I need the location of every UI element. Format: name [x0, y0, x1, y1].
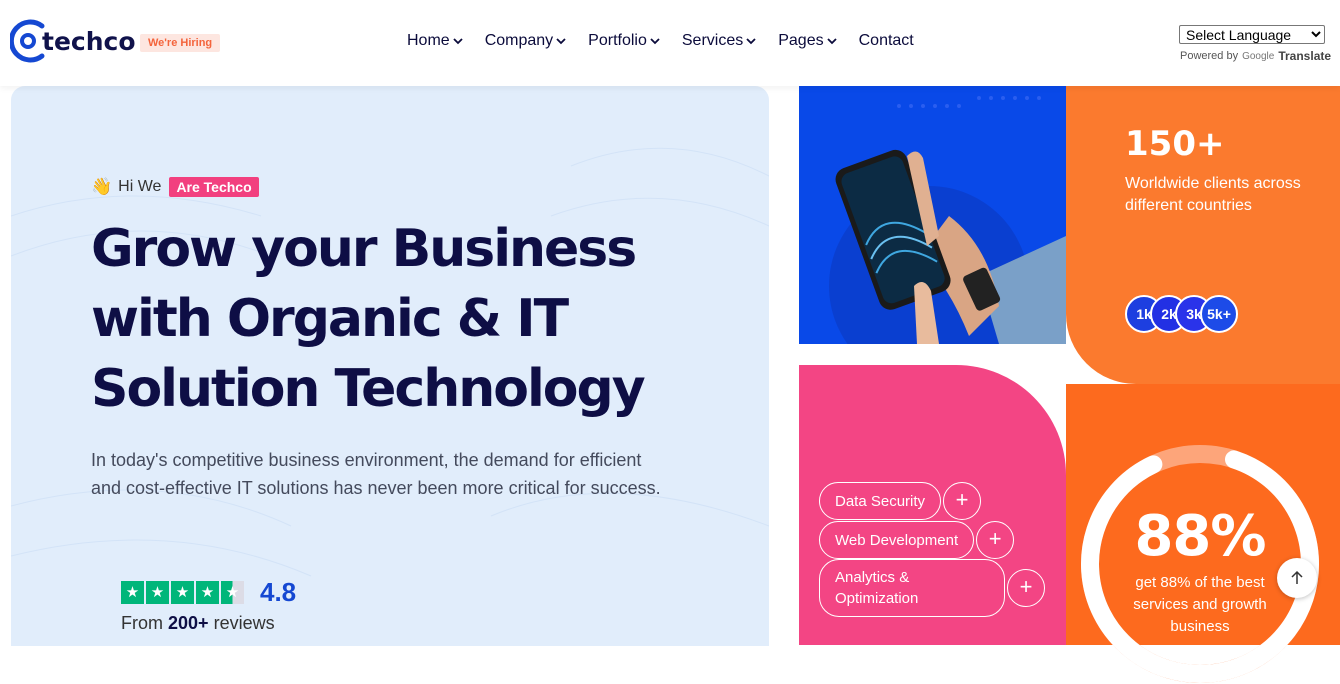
headline-line-1: Grow your Business — [91, 219, 637, 279]
service-pill[interactable]: Analytics & Optimization — [819, 559, 1005, 617]
reviews-number: 200+ — [168, 613, 209, 633]
plus-icon[interactable]: + — [943, 482, 982, 520]
nav-services-label: Services — [681, 32, 744, 49]
plus-icon[interactable]: + — [976, 521, 1015, 559]
service-label: Web Development — [835, 531, 959, 549]
greeting-tag: Are Techco — [169, 177, 259, 197]
service-data-security[interactable]: Data Security + — [819, 482, 982, 520]
nav-pages[interactable]: Pages — [778, 32, 837, 50]
service-web-development[interactable]: Web Development + — [819, 521, 1015, 559]
headline-line-3: Solution Technology — [91, 359, 646, 419]
service-analytics[interactable]: Analytics & Optimization + — [819, 559, 1045, 617]
clients-count: 150+ — [1125, 124, 1225, 164]
chevron-down-icon — [453, 37, 463, 44]
chevron-down-icon — [746, 37, 756, 44]
nav-services[interactable]: Services — [682, 32, 756, 50]
service-label-line-1: Analytics & — [835, 569, 910, 586]
wave-hand-icon: 👋 — [91, 177, 113, 196]
progress-description: get 88% of the best services and growth … — [1133, 574, 1267, 635]
arrow-up-icon — [1291, 570, 1303, 584]
star-icon: ★ — [196, 581, 219, 604]
service-pill[interactable]: Web Development — [819, 521, 975, 559]
plus-icon[interactable]: + — [1007, 569, 1045, 607]
nav-contact[interactable]: Contact — [859, 32, 914, 50]
client-bubbles: 1k 2k 3k 5k+ — [1125, 295, 1238, 333]
hero-greeting: 👋 Hi We Are Techco — [91, 177, 259, 197]
hero-headline: Grow your Business with Organic & IT Sol… — [91, 214, 691, 424]
star-icon: ★ — [121, 581, 144, 604]
headline-line-2: with Organic & IT — [91, 289, 569, 349]
powered-by-google-translate[interactable]: Powered by Google Translate — [1180, 49, 1331, 63]
reviews-count: From 200+ reviews — [121, 613, 275, 634]
services-card: Data Security + Web Development + Analyt… — [799, 365, 1066, 645]
language-select[interactable]: Select Language — [1179, 25, 1325, 44]
logo-text: techco — [42, 26, 136, 56]
google-logo: Google — [1242, 50, 1275, 62]
nav-pages-label: Pages — [778, 32, 824, 49]
powered-by-label: Powered by — [1180, 50, 1239, 62]
star-icon: ★ — [146, 581, 169, 604]
hero-description: In today's competitive business environm… — [91, 450, 661, 498]
hiring-badge[interactable]: We're Hiring — [140, 34, 221, 52]
growth-progress-card: 88% get 88% of the best services and gro… — [1066, 384, 1340, 683]
nav-portfolio-label: Portfolio — [588, 32, 647, 49]
site-header: techco We're Hiring Home Company Portfol… — [0, 0, 1340, 86]
chevron-down-icon — [556, 37, 566, 44]
service-label-line-2: Optimization — [835, 590, 919, 607]
nav-company[interactable]: Company — [485, 32, 566, 50]
rating-stars: ★ ★ ★ ★ ★ — [121, 581, 244, 604]
clients-description: Worldwide clients across different count… — [1125, 175, 1301, 214]
logo[interactable]: techco — [10, 18, 136, 64]
star-icon: ★ — [171, 581, 194, 604]
phone-image-card — [799, 86, 1066, 344]
nav-home-label: Home — [407, 32, 450, 49]
client-bubble: 5k+ — [1200, 295, 1238, 333]
chevron-down-icon — [826, 37, 837, 44]
nav-home[interactable]: Home — [407, 32, 463, 50]
star-half-icon: ★ — [221, 581, 244, 604]
chevron-down-icon — [650, 37, 660, 44]
phone-in-hand-image — [799, 86, 1066, 344]
nav-company-label: Company — [484, 32, 554, 49]
reviews-suffix: reviews — [213, 613, 275, 633]
rating-score: 4.8 — [260, 577, 297, 607]
main-nav: Home Company Portfolio Services Pages Co… — [407, 32, 914, 50]
nav-portfolio[interactable]: Portfolio — [588, 32, 660, 50]
trustpilot-rating[interactable]: ★ ★ ★ ★ ★ 4.8 — [121, 577, 296, 608]
translate-label: Translate — [1278, 49, 1332, 63]
greeting-text: Hi We — [118, 178, 162, 195]
scroll-to-top-button[interactable] — [1277, 558, 1317, 598]
clients-stat-card: 150+ Worldwide clients across different … — [1066, 86, 1340, 384]
service-pill[interactable]: Data Security — [819, 482, 942, 520]
nav-contact-label: Contact — [858, 32, 914, 49]
hero-section: 👋 Hi We Are Techco Grow your Business wi… — [11, 86, 769, 646]
reviews-prefix: From — [121, 613, 163, 633]
service-label: Data Security — [835, 492, 926, 510]
